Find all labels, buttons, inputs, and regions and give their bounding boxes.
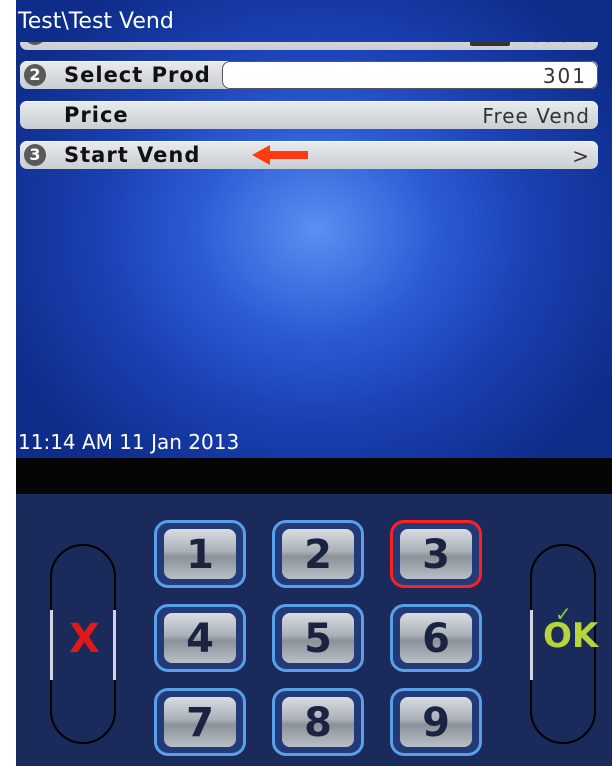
cancel-x-icon: X: [69, 616, 100, 662]
cancel-right-rail: [113, 610, 116, 680]
key-4[interactable]: 4: [154, 604, 246, 672]
screen: Test\Test Vend 1 SureVend Disable 2 Sele…: [16, 0, 612, 458]
surevend-toggle[interactable]: [470, 42, 510, 46]
step-badge-3: 3: [24, 144, 46, 166]
row-start-vend[interactable]: 3 Start Vend >: [20, 141, 598, 169]
select-product-label: Select Prod: [64, 63, 211, 87]
price-value: Free Vend: [482, 104, 590, 128]
key-2[interactable]: 2: [272, 520, 364, 588]
price-label: Price: [64, 103, 129, 127]
status-datetime: 11:14 AM 11 Jan 2013: [18, 430, 240, 454]
window-title: Test\Test Vend: [18, 9, 174, 34]
ok-label: OK: [543, 616, 599, 656]
product-number-value: 301: [542, 64, 587, 88]
row-price: Price Free Vend: [20, 101, 598, 129]
key-1[interactable]: 1: [154, 520, 246, 588]
device-frame: Test\Test Vend 1 SureVend Disable 2 Sele…: [16, 0, 612, 766]
key-6[interactable]: 6: [390, 604, 482, 672]
cancel-button[interactable]: X: [50, 544, 116, 744]
key-8[interactable]: 8: [272, 688, 364, 756]
status-bar: [16, 458, 612, 494]
key-5[interactable]: 5: [272, 604, 364, 672]
keypad: X 1 2 3 4 5 6 7 8 9 ✓ OK: [16, 494, 612, 766]
key-7[interactable]: 7: [154, 688, 246, 756]
key-3[interactable]: 3: [390, 520, 482, 588]
start-vend-label: Start Vend: [64, 143, 201, 167]
ok-button[interactable]: ✓ OK: [530, 544, 599, 744]
cancel-left-rail: [50, 610, 53, 680]
product-number-input[interactable]: 301: [222, 61, 598, 89]
surevend-value: Disable: [508, 23, 590, 47]
ok-left-rail: [530, 610, 533, 680]
key-9[interactable]: 9: [390, 688, 482, 756]
step-badge-2: 2: [24, 64, 46, 86]
chevron-right-icon: >: [572, 144, 590, 168]
annotation-arrow-icon: [252, 145, 308, 165]
